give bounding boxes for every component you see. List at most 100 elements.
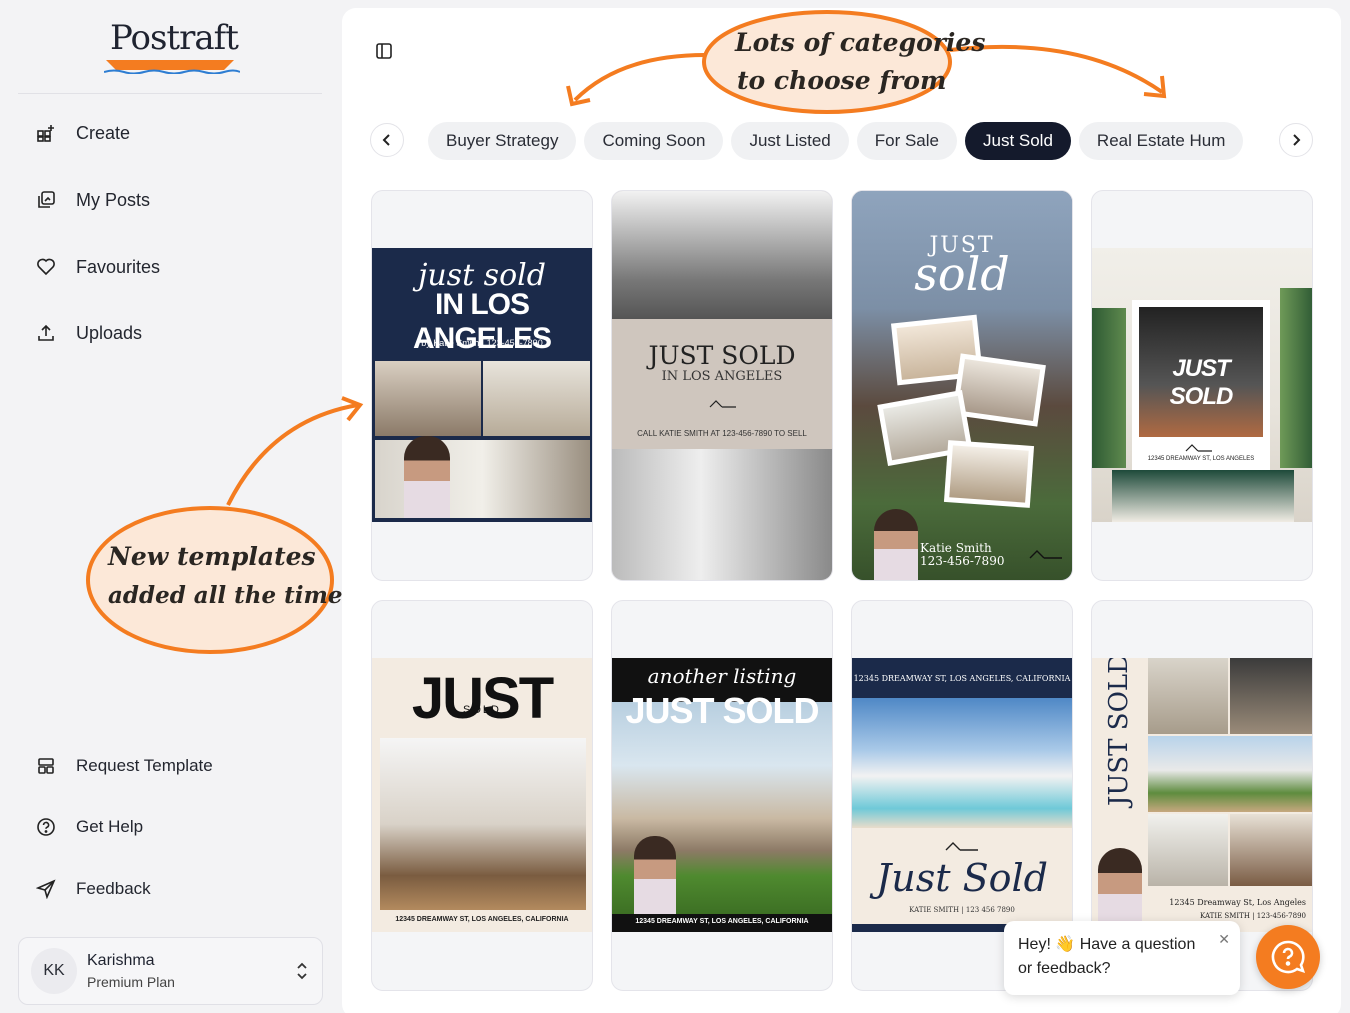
category-chip-just-listed[interactable]: Just Listed — [731, 122, 849, 160]
template-script-text: another listing — [647, 664, 797, 688]
sidebar: Postraft Create My Posts Favourites Uplo… — [0, 0, 340, 1013]
avatar: KK — [31, 948, 77, 994]
house-logo-icon — [1029, 550, 1062, 559]
nav-feedback[interactable]: Feedback — [36, 874, 151, 904]
category-chip-just-sold[interactable]: Just Sold — [964, 122, 1071, 160]
agent-phone: 123-456-7890 — [920, 554, 1005, 568]
template-script-text: sold — [914, 247, 1010, 301]
dining-photo — [1230, 814, 1312, 886]
category-chip-real-estate-humor[interactable]: Real Estate Hum — [1078, 122, 1244, 160]
template-preview: JUST SOLD 12345 DREAMWAY ST, LOS ANGELES… — [372, 658, 592, 932]
main-panel: Buyer Strategy Coming Soon Just Listed For … — [342, 8, 1341, 1013]
support-chat-button[interactable] — [1256, 925, 1320, 989]
boat-icon — [104, 60, 240, 74]
nav-favourites-label: Favourites — [76, 256, 161, 277]
template-contact: CALL KATIE SMITH AT 123-456-7890 TO SELL — [637, 429, 807, 438]
template-subtitle: IN LOS ANGELES — [661, 369, 783, 384]
template-contact: KATIE SMITH | 123-456-7890 — [1200, 912, 1306, 920]
template-headline: JUST SOLD — [1104, 658, 1134, 806]
annotation-text: New templates — [108, 542, 316, 571]
house-exterior-photo — [1148, 736, 1312, 812]
postraft-logo[interactable]: Postraft — [104, 14, 240, 74]
nav-create[interactable]: Create — [36, 118, 130, 148]
heart-icon — [37, 258, 55, 276]
living-room-photo — [483, 361, 590, 436]
template-script-text: Just Sold — [876, 856, 1048, 900]
grid-plus-icon — [37, 125, 54, 142]
template-card[interactable]: JUST SOLD 12345 DREAMWAY ST, LOS ANGELES — [1091, 190, 1313, 581]
nav-feedback-label: Feedback — [76, 879, 151, 898]
nav-my-posts[interactable]: My Posts — [36, 185, 150, 215]
agent-portrait — [634, 836, 676, 914]
template-headline: JUST SOLD — [625, 690, 819, 731]
category-next-button[interactable] — [1279, 123, 1313, 157]
annotation-text: to choose from — [737, 66, 947, 95]
bedroom-photo — [1230, 658, 1312, 734]
user-account-switcher[interactable]: KK Karishma Premium Plan — [18, 937, 323, 1005]
template-icon — [38, 758, 54, 774]
posts-icon — [38, 191, 55, 208]
nav-get-help[interactable]: Get Help — [36, 812, 143, 842]
category-chip-for-sale[interactable]: For Sale — [856, 122, 957, 160]
send-icon — [36, 879, 56, 899]
agent-portrait — [1098, 848, 1142, 932]
user-name: Karishma — [87, 952, 155, 969]
nav-get-help-label: Get Help — [76, 817, 144, 836]
nav-uploads[interactable]: Uploads — [36, 318, 142, 348]
plant-photo — [1280, 288, 1312, 468]
plant-photo — [1092, 308, 1126, 468]
nav-uploads-label: Uploads — [76, 322, 143, 343]
agent-portrait — [404, 436, 450, 518]
annotation-text: Lots of categories — [735, 28, 986, 57]
category-prev-button[interactable] — [370, 123, 404, 157]
collage-photo — [943, 440, 1035, 508]
template-preview: JUST SOLD 12345 Dreamway St, Los Angeles… — [1092, 658, 1312, 932]
template-preview: 12345 DREAMWAY ST, LOS ANGELES, CALIFORN… — [852, 658, 1072, 932]
nav-request-template[interactable]: Request Template — [36, 751, 213, 781]
kitchen-photo — [1148, 814, 1228, 886]
help-circle-icon — [37, 818, 55, 836]
template-subtitle: SOLD — [463, 704, 501, 716]
living-room-photo — [612, 191, 832, 319]
framed-poster: JUST SOLD 12345 DREAMWAY ST, LOS ANGELES — [1132, 300, 1270, 470]
chevron-left-icon — [382, 134, 390, 146]
house-logo-icon — [945, 842, 978, 851]
template-address: 12345 DREAMWAY ST, LOS ANGELES — [1147, 456, 1255, 462]
template-headline: JUST — [411, 666, 554, 731]
living-room-photo — [1148, 658, 1228, 734]
dining-photo — [1112, 470, 1294, 522]
template-preview: JUST SOLD 12345 DREAMWAY ST, LOS ANGELES — [1092, 248, 1312, 522]
template-preview: another listing JUST SOLD 12345 DREAMWAY… — [612, 658, 832, 932]
template-address: 12345 DREAMWAY ST, LOS ANGELES, CALIFORN… — [853, 674, 1071, 683]
kitchen-photo — [612, 449, 832, 580]
template-contact: KATIE SMITH | 123 456 7890 — [909, 906, 1015, 914]
logo-text: Postraft — [110, 18, 239, 58]
help-message-text: Hey! 👋 Have a question or feedback? — [1018, 936, 1196, 977]
category-chip-buyer-strategy[interactable]: Buyer Strategy — [428, 122, 577, 160]
chevron-up-down-icon — [297, 962, 307, 980]
bedroom-photo — [375, 361, 481, 436]
upload-icon — [38, 324, 54, 341]
template-card[interactable]: just sold IN LOS ANGELES by Katie Smith … — [371, 190, 593, 581]
sidebar-toggle-icon[interactable] — [375, 42, 393, 60]
chevron-right-icon — [1293, 134, 1301, 146]
agent-portrait — [874, 509, 918, 580]
template-headline: JUST SOLD — [648, 341, 796, 370]
template-card[interactable]: JUST SOLD IN LOS ANGELES CALL KATIE SMIT… — [611, 190, 833, 581]
house-logo-icon — [1185, 444, 1212, 452]
template-headline: JUST SOLD — [1169, 355, 1234, 410]
template-card[interactable]: JUST SOLD 12345 DREAMWAY ST, LOS ANGELES… — [371, 600, 593, 991]
agent-name: Katie Smith — [920, 541, 992, 555]
annotation-text: added all the time — [108, 582, 343, 609]
template-card[interactable]: another listing JUST SOLD 12345 DREAMWAY… — [611, 600, 833, 991]
nav-my-posts-label: My Posts — [76, 189, 151, 210]
nav-favourites[interactable]: Favourites — [36, 252, 160, 282]
modern-house-photo — [380, 738, 586, 910]
chat-help-icon — [1271, 940, 1306, 974]
help-message-popup[interactable]: ✕ Hey! 👋 Have a question or feedback? — [1004, 921, 1240, 995]
template-address: 12345 DREAMWAY ST, LOS ANGELES, CALIFORN… — [395, 916, 569, 923]
close-icon[interactable]: ✕ — [1218, 927, 1230, 951]
template-card[interactable]: JUST sold Katie Smith 123-456-7890 — [851, 190, 1073, 581]
category-chip-coming-soon[interactable]: Coming Soon — [584, 122, 724, 160]
house-logo-icon — [709, 400, 736, 408]
